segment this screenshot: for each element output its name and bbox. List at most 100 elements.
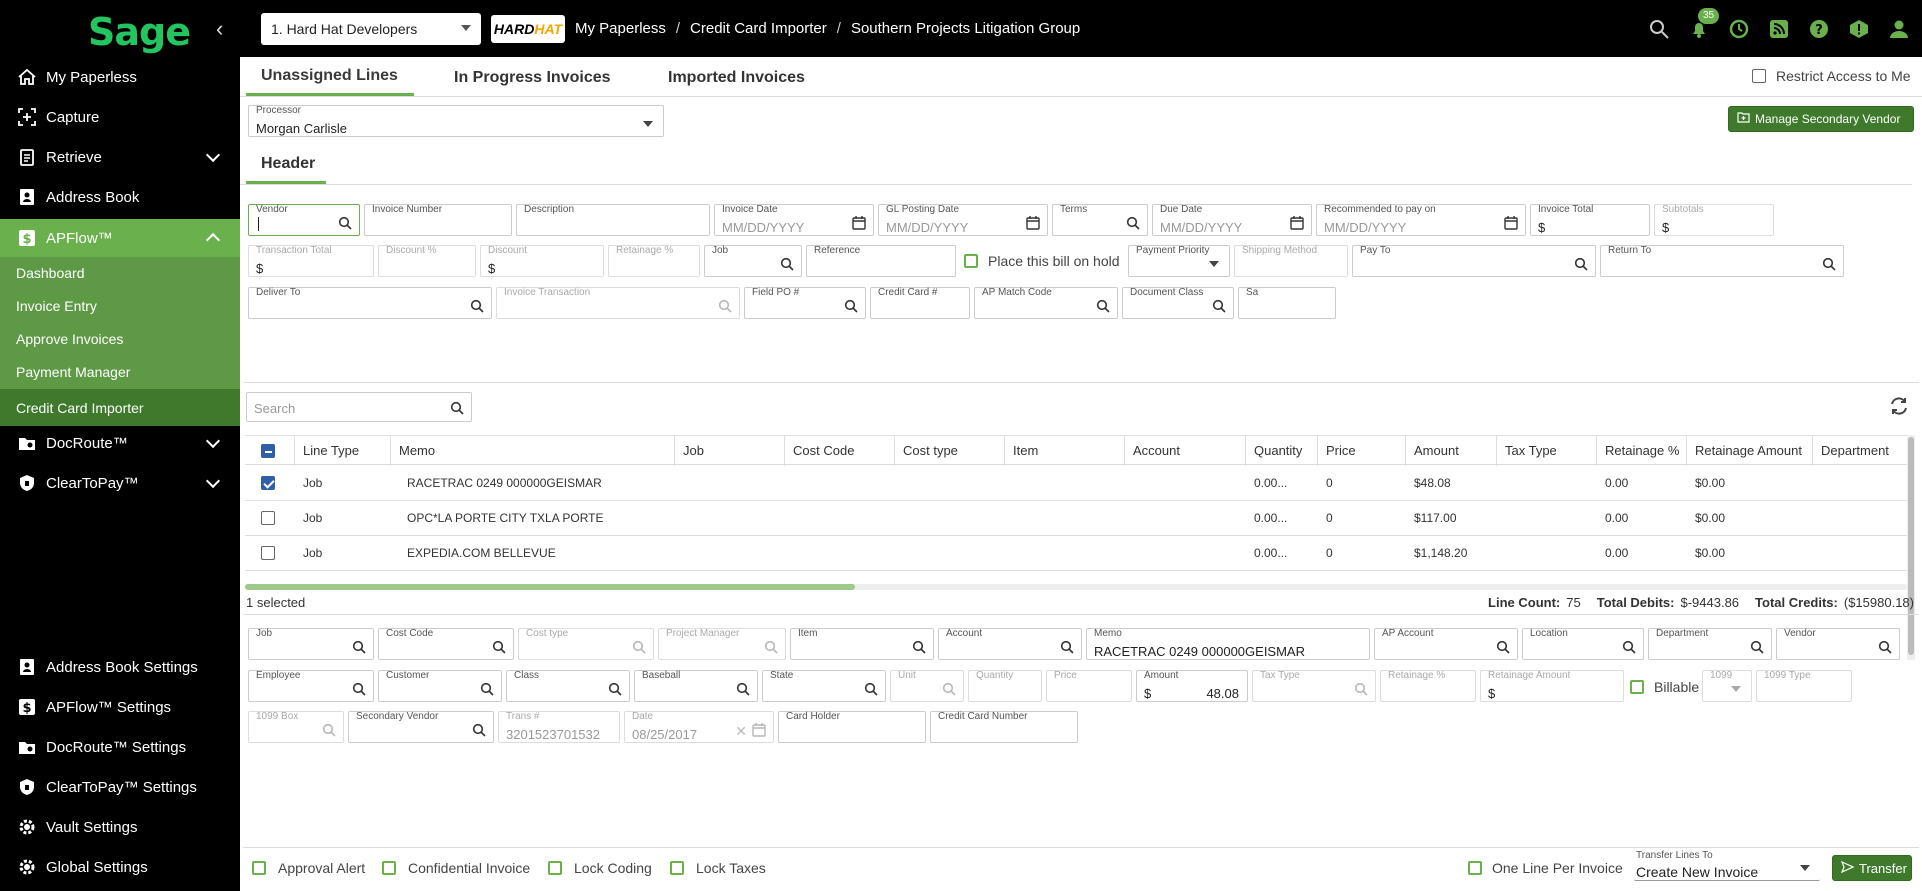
sidebar-item-my-paperless[interactable]: My Paperless — [0, 58, 240, 96]
line-employee-field[interactable]: Employee — [248, 670, 374, 702]
grid-header-item[interactable]: Item — [1005, 436, 1125, 466]
sidebar-item-address-book[interactable]: Address Book — [0, 178, 240, 216]
field-po-field[interactable]: Field PO # — [744, 287, 866, 319]
search-icon[interactable] — [1622, 640, 1636, 654]
recommended-pay-date-field[interactable]: Recommended to pay on MM/DD/YYYY — [1316, 204, 1526, 236]
place-on-hold-checkbox[interactable] — [964, 254, 978, 268]
processor-select[interactable]: Processor Morgan Carlisle — [248, 105, 664, 137]
search-icon[interactable] — [844, 299, 858, 313]
table-row[interactable]: Job OPC*LA PORTE CITY TXLA PORTE 0.00...… — [245, 501, 1907, 536]
sage-logo[interactable]: Sage — [88, 10, 191, 54]
grid-header-cost-type[interactable]: Cost type — [895, 436, 1005, 466]
line-account-field[interactable]: Account — [938, 628, 1082, 660]
grid-header-memo[interactable]: Memo — [391, 436, 675, 466]
search-icon[interactable] — [450, 401, 464, 415]
grid-header-department[interactable]: Department — [1813, 436, 1907, 466]
row-checkbox[interactable] — [261, 511, 275, 525]
line-card-holder-field[interactable]: Card Holder — [778, 711, 926, 743]
grid-header-retainage-percent[interactable]: Retainage % — [1597, 436, 1687, 466]
grid-header-quantity[interactable]: Quantity — [1246, 436, 1318, 466]
line-class-field[interactable]: Class — [506, 670, 630, 702]
search-icon[interactable] — [1060, 640, 1074, 654]
history-icon[interactable] — [1726, 16, 1752, 42]
search-icon[interactable] — [1126, 216, 1140, 230]
table-row[interactable]: Job EXPEDIA.COM BELLEVUE 0.00... 0 $1,14… — [245, 536, 1907, 571]
vendor-field[interactable]: Vendor — [248, 204, 360, 236]
sidebar-item-cleartopay[interactable]: ClearToPay™ — [0, 464, 240, 502]
return-to-field[interactable]: Return To — [1600, 245, 1844, 277]
deliver-to-field[interactable]: Deliver To — [248, 287, 492, 319]
calendar-icon[interactable] — [852, 216, 866, 230]
grid-header-retainage-amount[interactable]: Retainage Amount — [1687, 436, 1813, 466]
line-credit-card-number-field[interactable]: Credit Card Number — [930, 711, 1078, 743]
invoice-number-field[interactable]: Invoice Number — [364, 204, 512, 236]
line-state-field[interactable]: State — [762, 670, 886, 702]
sidebar-item-retrieve[interactable]: Retrieve — [0, 138, 240, 176]
sa-field[interactable]: Sa — [1238, 287, 1336, 319]
line-secondary-vendor-field[interactable]: Secondary Vendor — [348, 711, 494, 743]
alert-icon[interactable] — [1846, 16, 1872, 42]
search-icon[interactable] — [1750, 640, 1764, 654]
restrict-access-checkbox[interactable] — [1752, 69, 1766, 83]
gl-posting-date-field[interactable]: GL Posting Date MM/DD/YYYY — [878, 204, 1048, 236]
scrollbar-thumb[interactable] — [245, 584, 855, 590]
rss-icon[interactable] — [1766, 16, 1792, 42]
document-class-field[interactable]: Document Class — [1122, 287, 1234, 319]
line-location-field[interactable]: Location — [1522, 628, 1644, 660]
lock-coding-checkbox[interactable] — [548, 861, 562, 875]
sidebar-item-approve-invoices[interactable]: Approve Invoices — [0, 323, 240, 355]
search-icon[interactable] — [492, 640, 506, 654]
credit-card-number-header-field[interactable]: Credit Card # — [870, 287, 970, 319]
grid-vertical-scrollbar[interactable] — [1907, 435, 1915, 660]
line-item-field[interactable]: Item — [790, 628, 934, 660]
search-icon[interactable] — [1822, 257, 1836, 271]
refresh-icon[interactable] — [1888, 395, 1912, 419]
reference-field[interactable]: Reference — [806, 245, 956, 277]
row-checkbox[interactable] — [261, 546, 275, 560]
search-icon[interactable] — [472, 723, 486, 737]
search-icon[interactable] — [338, 216, 352, 230]
search-icon[interactable] — [480, 682, 494, 696]
search-icon[interactable] — [1496, 640, 1510, 654]
one-line-per-invoice-checkbox[interactable] — [1468, 861, 1482, 875]
search-icon[interactable] — [1574, 257, 1588, 271]
sidebar-item-invoice-entry[interactable]: Invoice Entry — [0, 290, 240, 322]
transfer-button[interactable]: Transfer — [1832, 855, 1912, 881]
breadcrumb-my-paperless[interactable]: My Paperless — [575, 20, 666, 37]
search-icon[interactable] — [1096, 299, 1110, 313]
grid-header-account[interactable]: Account — [1125, 436, 1246, 466]
table-row[interactable]: Job RACETRAC 0249 000000GEISMAR 0.00... … — [245, 466, 1907, 501]
search-icon[interactable] — [352, 640, 366, 654]
sidebar-item-apflow[interactable]: $ APFlow™ — [0, 219, 240, 257]
search-icon[interactable] — [1878, 640, 1892, 654]
approval-alert-checkbox[interactable] — [252, 861, 266, 875]
line-ap-account-field[interactable]: AP Account — [1374, 628, 1518, 660]
grid-header-tax-type[interactable]: Tax Type — [1497, 436, 1597, 466]
sidebar-item-credit-card-importer[interactable]: Credit Card Importer — [0, 389, 240, 426]
tab-imported-invoices[interactable]: Imported Invoices — [668, 69, 805, 87]
tab-unassigned-lines[interactable]: Unassigned Lines — [261, 67, 398, 85]
tab-in-progress-invoices[interactable]: In Progress Invoices — [454, 69, 611, 87]
grid-header-price[interactable]: Price — [1318, 436, 1406, 466]
line-baseball-field[interactable]: Baseball — [634, 670, 758, 702]
sidebar-item-docroute-settings[interactable]: DocRoute™ Settings — [0, 728, 240, 766]
grid-search-input[interactable]: Search — [246, 392, 472, 422]
line-job-field[interactable]: Job — [248, 628, 374, 660]
search-icon[interactable] — [470, 299, 484, 313]
job-field[interactable]: Job — [704, 245, 802, 277]
row-checkbox[interactable] — [261, 476, 275, 490]
sidebar-item-dashboard[interactable]: Dashboard — [0, 257, 240, 289]
sidebar-item-payment-manager[interactable]: Payment Manager — [0, 356, 240, 388]
tab-header[interactable]: Header — [261, 155, 315, 173]
line-vendor-field[interactable]: Vendor — [1776, 628, 1900, 660]
calendar-icon[interactable] — [1026, 216, 1040, 230]
grid-header-cost-code[interactable]: Cost Code — [785, 436, 895, 466]
invoice-date-field[interactable]: Invoice Date MM/DD/YYYY — [714, 204, 874, 236]
grid-horizontal-scrollbar[interactable] — [245, 584, 1907, 590]
ap-match-code-field[interactable]: AP Match Code — [974, 287, 1118, 319]
search-icon[interactable] — [1212, 299, 1226, 313]
search-icon[interactable] — [736, 682, 750, 696]
grid-header-job[interactable]: Job — [675, 436, 785, 466]
line-department-field[interactable]: Department — [1648, 628, 1772, 660]
sidebar-item-apflow-settings[interactable]: $ APFlow™ Settings — [0, 688, 240, 726]
